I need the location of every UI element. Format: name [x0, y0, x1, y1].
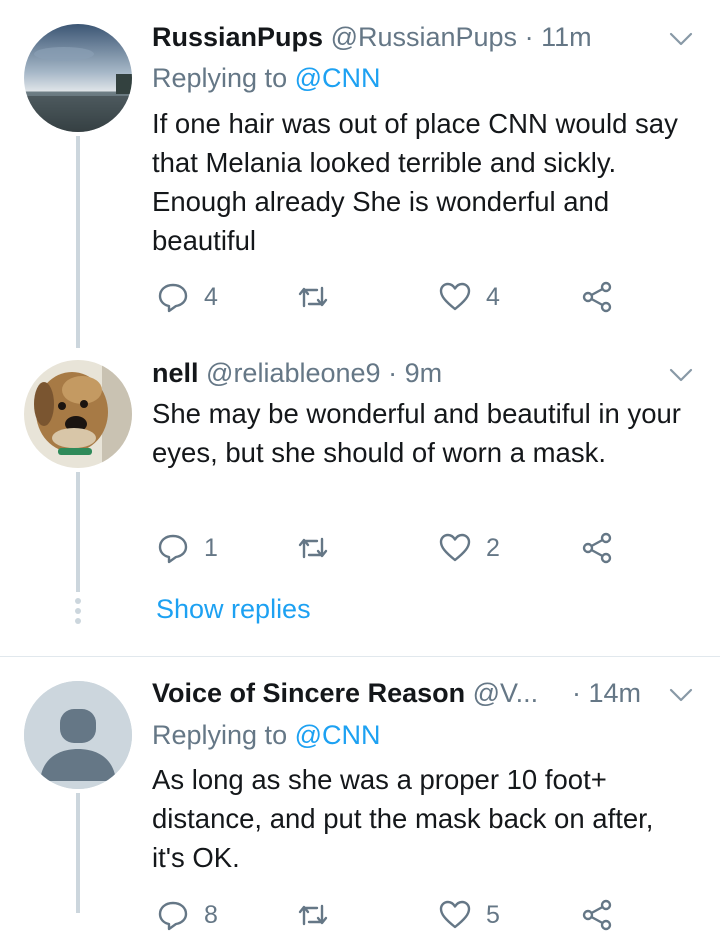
reply-icon: [158, 901, 188, 931]
thread-dots: [74, 598, 82, 628]
replying-to-link[interactable]: @CNN: [295, 63, 381, 93]
tweet-actions: 4 4: [152, 279, 632, 315]
reply-button[interactable]: 4: [156, 279, 218, 315]
heart-icon: [439, 282, 471, 311]
tweet-header: nell @reliableone9 · 9m: [152, 356, 680, 390]
timestamp[interactable]: · 9m: [388, 358, 442, 388]
share-icon: [582, 899, 612, 931]
reply-count: 8: [204, 900, 218, 929]
thread-line: [76, 472, 80, 592]
retweet-icon: [298, 904, 328, 926]
retweet-icon: [298, 537, 328, 559]
heart-icon: [439, 533, 471, 562]
share-icon: [582, 281, 612, 313]
replying-to: Replying to @CNN: [152, 61, 381, 95]
display-name[interactable]: Voice of Sincere Reason: [152, 678, 465, 708]
like-count: 5: [486, 900, 500, 929]
share-button[interactable]: [580, 897, 614, 933]
reply-count: 1: [204, 533, 218, 562]
tweet-voice-of-sincere-reason[interactable]: Voice of Sincere Reason @V... · 14m Repl…: [0, 657, 720, 931]
display-name[interactable]: RussianPups: [152, 22, 323, 52]
replying-to-label: Replying to: [152, 720, 295, 750]
reply-button[interactable]: 8: [156, 897, 218, 933]
share-icon: [582, 532, 612, 564]
display-name[interactable]: nell: [152, 358, 199, 388]
user-handle[interactable]: @reliableone9: [206, 358, 381, 388]
chevron-down-icon[interactable]: [668, 26, 694, 52]
avatar[interactable]: [24, 360, 132, 468]
share-button[interactable]: [580, 530, 614, 566]
tweet-text: She may be wonderful and beautiful in yo…: [152, 398, 681, 468]
retweet-button[interactable]: [296, 530, 344, 566]
chevron-down-icon[interactable]: [668, 682, 694, 708]
reply-icon: [158, 534, 188, 564]
timestamp[interactable]: · 14m: [572, 676, 641, 710]
replying-to-link[interactable]: @CNN: [295, 720, 381, 750]
chevron-down-icon[interactable]: [668, 362, 694, 388]
like-button[interactable]: 4: [438, 279, 500, 315]
reply-icon: [158, 283, 188, 313]
avatar[interactable]: [24, 24, 132, 132]
thread-line: [76, 793, 80, 913]
retweet-button[interactable]: [296, 897, 344, 933]
show-replies-link[interactable]: Show replies: [156, 594, 311, 625]
share-button[interactable]: [580, 279, 614, 315]
reply-count: 4: [204, 282, 218, 311]
like-count: 4: [486, 282, 500, 311]
user-handle[interactable]: @RussianPups: [331, 22, 518, 52]
like-button[interactable]: 2: [438, 530, 500, 566]
retweet-button[interactable]: [296, 279, 344, 315]
retweet-icon: [298, 286, 328, 308]
replying-to-label: Replying to: [152, 63, 295, 93]
avatar[interactable]: [24, 681, 132, 789]
reply-button[interactable]: 1: [156, 530, 218, 566]
tweet-russianpups[interactable]: RussianPups @RussianPups · 11m Replying …: [0, 0, 720, 348]
like-button[interactable]: 5: [438, 897, 500, 933]
tweet-text: If one hair was out of place CNN would s…: [152, 108, 678, 256]
tweet-text: As long as she was a proper 10 foot+ dis…: [152, 764, 654, 873]
tweet-actions: 1 2: [152, 530, 632, 566]
tweet-nell[interactable]: nell @reliableone9 · 9m She may be wonde…: [0, 340, 720, 656]
timestamp[interactable]: · 11m: [525, 22, 592, 52]
tweet-header: Voice of Sincere Reason @V...: [152, 676, 580, 710]
user-handle[interactable]: @V...: [473, 678, 538, 708]
heart-icon: [439, 900, 471, 929]
thread-line: [76, 136, 80, 348]
tweet-header: RussianPups @RussianPups · 11m: [152, 20, 680, 54]
replying-to: Replying to @CNN: [152, 718, 381, 752]
like-count: 2: [486, 533, 500, 562]
tweet-actions: 8 5: [152, 897, 632, 933]
